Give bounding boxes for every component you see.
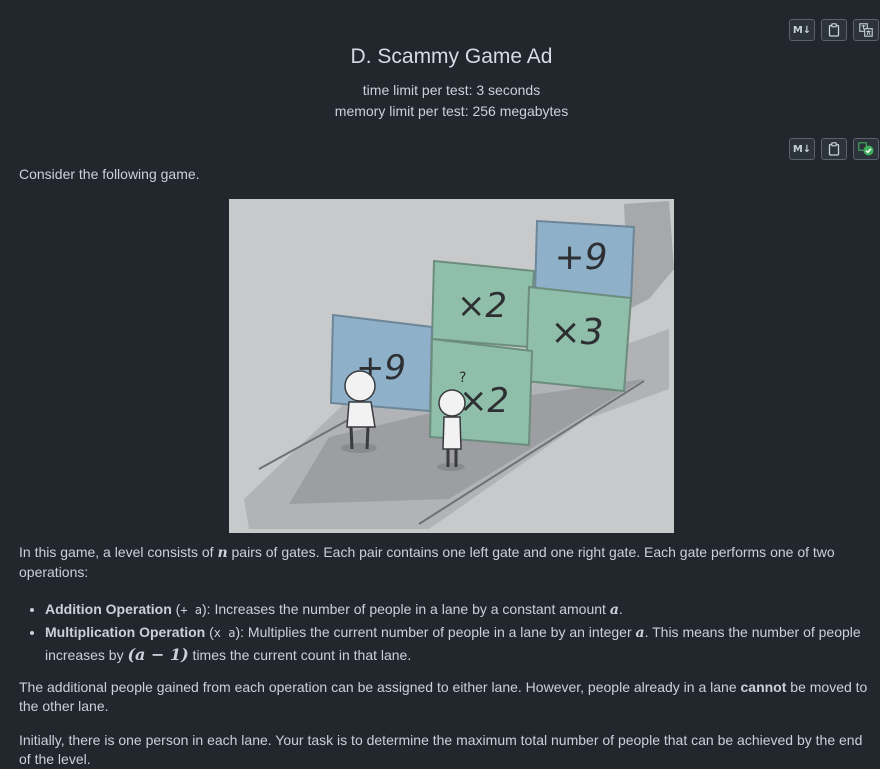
gate-times-3: ×3 (524, 285, 633, 393)
header-toolbar: M↓ (789, 19, 879, 41)
gate-label: +9 (554, 237, 607, 278)
multiplication-label: Multiplication Operation (45, 624, 206, 640)
multiplication-code: x a (213, 626, 236, 640)
copy-button-2[interactable] (821, 138, 847, 160)
question-mark: ? (459, 370, 466, 386)
time-limit: time limit per test: 3 seconds (362, 82, 541, 98)
translate-icon (859, 23, 873, 37)
text-span: times the current count in that lane. (188, 647, 412, 663)
markdown-button[interactable]: M↓ (789, 19, 815, 41)
translate-check-icon (858, 142, 874, 156)
markdown-icon: M↓ (792, 24, 812, 36)
gate-plus-9-front: +9 (329, 313, 434, 413)
operations-list: Addition Operation (+ a): Increases the … (19, 598, 877, 666)
gate-label: ×3 (550, 312, 603, 353)
addition-label: Addition Operation (45, 601, 172, 617)
text-span: The additional people gained from each o… (19, 679, 741, 695)
addition-code: + a (180, 603, 203, 617)
translate-done-button[interactable] (853, 138, 879, 160)
markdown-icon: M↓ (792, 143, 812, 155)
gates-drawing: +9 ×2 ×3 +9 ×2 ? (244, 201, 674, 529)
text-span: ( (205, 624, 214, 640)
translate-button[interactable] (853, 19, 879, 41)
copy-button[interactable] (821, 19, 847, 41)
gate-times-2-back: ×2 (430, 259, 536, 349)
game-illustration: +9 ×2 ×3 +9 ×2 ? (229, 199, 674, 533)
list-item-addition: Addition Operation (+ a): Increases the … (45, 598, 877, 621)
markdown-button-2[interactable]: M↓ (789, 138, 815, 160)
clipboard-icon (828, 23, 840, 37)
clipboard-icon (828, 142, 840, 156)
problem-title: D. Scammy Game Ad (350, 45, 553, 68)
gate-label: ×2 (457, 286, 507, 326)
text-span: ): Increases the number of people in a l… (202, 601, 610, 617)
statement-toolbar: M↓ (789, 138, 879, 160)
math-n: n (217, 545, 228, 561)
text-span: In this game, a level consists of (19, 544, 218, 560)
list-item-multiplication: Multiplication Operation (x a): Multipli… (45, 621, 877, 666)
gate-label: ×2 (459, 381, 509, 421)
text-span: ): Multiplies the current number of peop… (235, 624, 636, 640)
text-span: . (618, 601, 623, 617)
cannot-bold: cannot (740, 679, 787, 695)
memory-limit: memory limit per test: 256 megabytes (334, 103, 569, 119)
problem-header: D. Scammy Game Ad time limit per test: 3… (0, 44, 880, 122)
task-paragraph: Initially, there is one person in each l… (19, 732, 863, 767)
math-a: a (609, 602, 619, 618)
math-a-minus-1: (a − 1) (127, 645, 189, 664)
gates-paragraph: In this game, a level consists of n pair… (19, 543, 877, 582)
intro-paragraph: Consider the following game. (19, 166, 200, 182)
lanes-paragraph: The additional people gained from each o… (19, 678, 877, 716)
math-a: a (635, 625, 645, 641)
